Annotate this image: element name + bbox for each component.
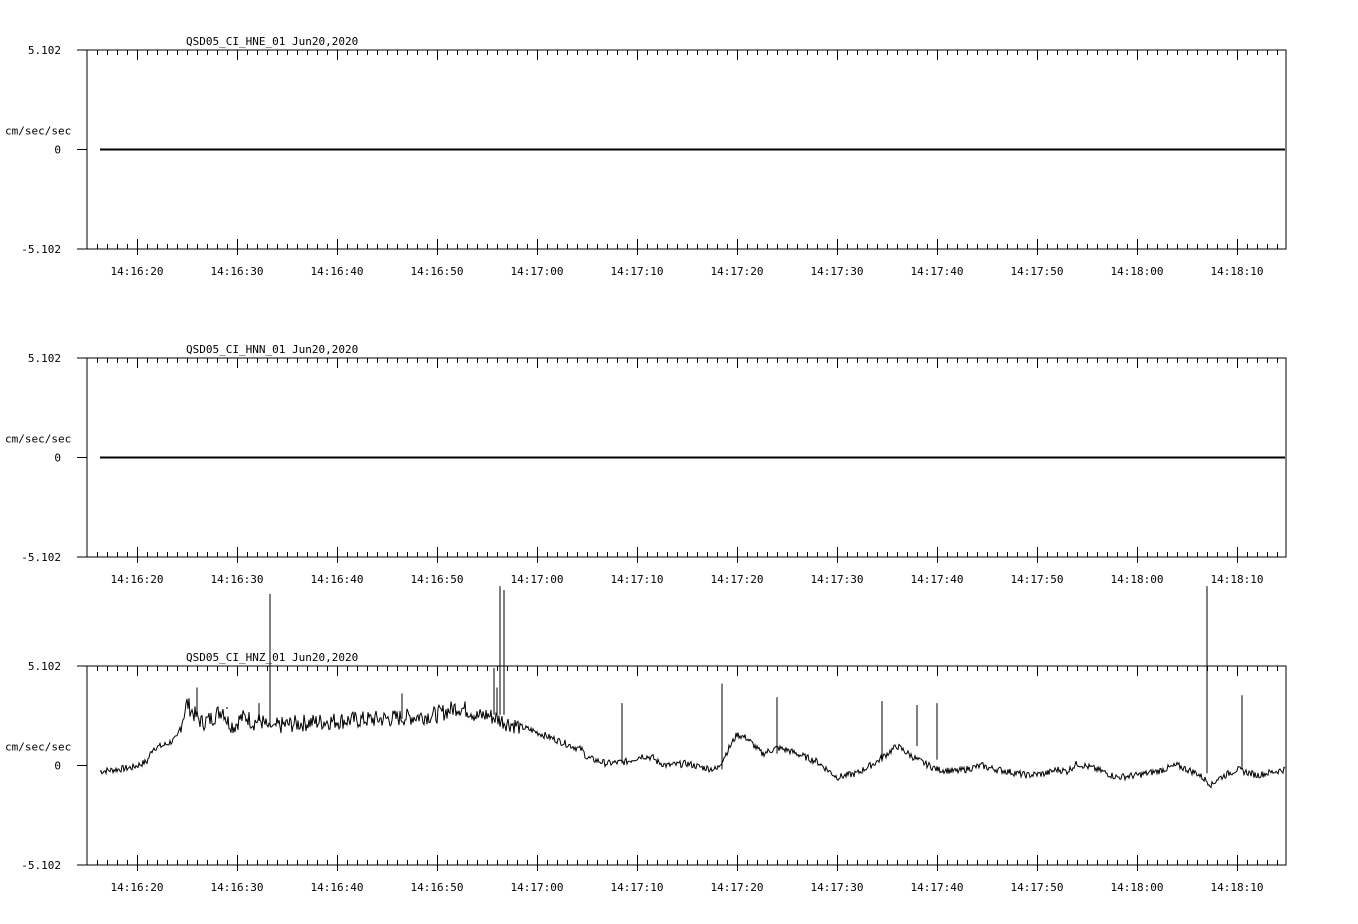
y-tick-label: 0 [54, 144, 61, 157]
x-tick-label: 14:17:40 [911, 573, 964, 586]
trace-line [99, 698, 1286, 789]
x-tick-label: 14:16:20 [111, 573, 164, 586]
x-tick-label: 14:16:40 [311, 573, 364, 586]
y-tick-label: -5.102 [21, 243, 61, 256]
x-tick-label: 14:17:10 [611, 881, 664, 894]
y-tick-label: 0 [54, 760, 61, 773]
x-tick-label: 14:18:00 [1111, 573, 1164, 586]
y-axis-label: cm/sec/sec [5, 433, 71, 446]
x-tick-label: 14:17:00 [511, 573, 564, 586]
x-tick-label: 14:17:20 [711, 573, 764, 586]
x-tick-label: 14:17:50 [1011, 881, 1064, 894]
x-tick-label: 14:17:50 [1011, 265, 1064, 278]
x-tick-label: 14:16:40 [311, 265, 364, 278]
panel-2: QSD05_CI_HNN_01 Jun20,2020 5.102 0 -5.102 cm… [5, 343, 1287, 586]
x-tick-label: 14:17:30 [811, 881, 864, 894]
x-tick-label: 14:17:20 [711, 265, 764, 278]
chart-title: QSD05_CI_HNZ_01 Jun20,2020 [186, 651, 358, 664]
seismogram-figure: QSD05_CI_HNE_01 Jun20,2020 5.102 0 -5.102 cm… [5, 35, 1287, 894]
y-tick-label: 5.102 [28, 660, 61, 673]
x-tick-label: 14:17:10 [611, 573, 664, 586]
x-tick-label: 14:17:00 [511, 881, 564, 894]
x-tick-label: 14:16:30 [211, 573, 264, 586]
x-tick-label: 14:18:10 [1211, 573, 1264, 586]
x-tick-label: 14:17:10 [611, 265, 664, 278]
x-tick-label: 14:17:30 [811, 573, 864, 586]
x-tick-label: 14:16:40 [311, 881, 364, 894]
x-tick-label: 14:18:10 [1211, 265, 1264, 278]
y-tick-label: 5.102 [28, 44, 61, 57]
x-tick-label: 14:16:50 [411, 573, 464, 586]
x-tick-label: 14:16:30 [211, 881, 264, 894]
x-tick-label: 14:18:00 [1111, 881, 1164, 894]
x-tick-label: 14:17:40 [911, 265, 964, 278]
panel-1: QSD05_CI_HNE_01 Jun20,2020 5.102 0 -5.102 cm… [5, 35, 1287, 278]
x-tick-label: 14:16:30 [211, 265, 264, 278]
y-axis-label: cm/sec/sec [5, 125, 71, 138]
x-tick-label: 14:16:20 [111, 881, 164, 894]
x-tick-label: 14:18:00 [1111, 265, 1164, 278]
x-tick-label: 14:17:30 [811, 265, 864, 278]
x-tick-label: 14:16:50 [411, 265, 464, 278]
y-tick-label: -5.102 [21, 859, 61, 872]
y-tick-label: 5.102 [28, 352, 61, 365]
x-tick-label: 14:16:20 [111, 265, 164, 278]
x-tick-label: 14:17:50 [1011, 573, 1064, 586]
x-tick-label: 14:17:00 [511, 265, 564, 278]
chart-title: QSD05_CI_HNE_01 Jun20,2020 [186, 35, 358, 48]
chart-title: QSD05_CI_HNN_01 Jun20,2020 [186, 343, 358, 356]
x-tick-label: 14:17:40 [911, 881, 964, 894]
x-tick-label: 14:16:50 [411, 881, 464, 894]
x-tick-label: 14:17:20 [711, 881, 764, 894]
y-tick-label: -5.102 [21, 551, 61, 564]
y-tick-label: 0 [54, 452, 61, 465]
panel-3: QSD05_CI_HNZ_01 Jun20,2020 5.102 0 -5.102 cm… [5, 586, 1287, 894]
x-tick-label: 14:18:10 [1211, 881, 1264, 894]
y-axis-label: cm/sec/sec [5, 741, 71, 754]
